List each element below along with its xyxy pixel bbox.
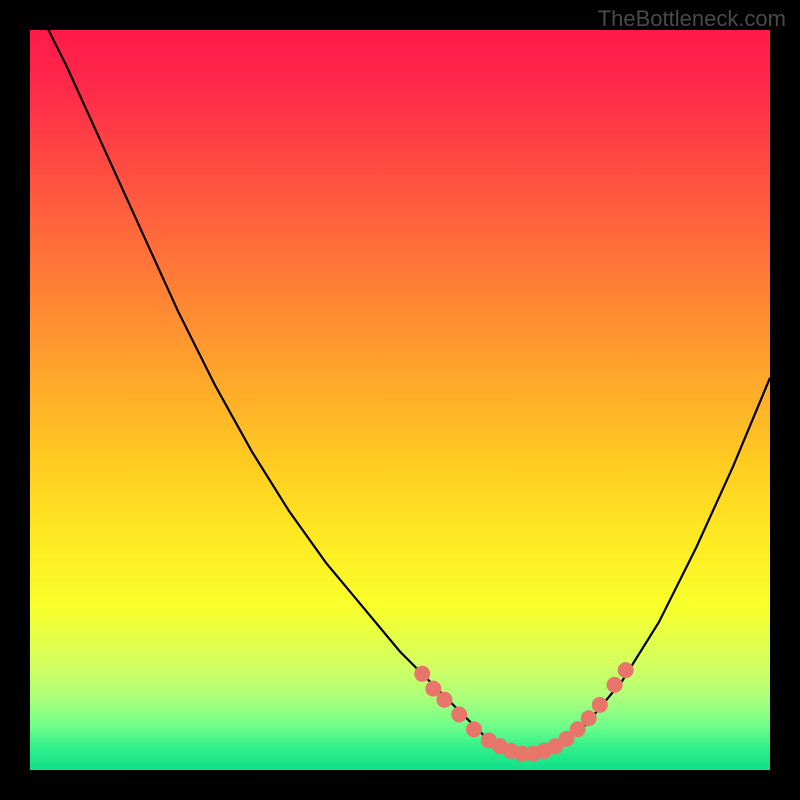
- plot-area: [30, 30, 770, 770]
- marker-dot: [414, 666, 430, 682]
- chart-container: TheBottleneck.com: [0, 0, 800, 800]
- marker-dot: [592, 697, 608, 713]
- marker-dot: [618, 662, 634, 678]
- marker-dot: [436, 692, 452, 708]
- chart-svg: [30, 30, 770, 770]
- optimum-markers-group: [414, 662, 634, 762]
- watermark-text: TheBottleneck.com: [598, 6, 786, 32]
- marker-dot: [581, 710, 597, 726]
- marker-dot: [607, 677, 623, 693]
- marker-dot: [466, 721, 482, 737]
- bottleneck-curve: [30, 30, 770, 755]
- marker-dot: [451, 707, 467, 723]
